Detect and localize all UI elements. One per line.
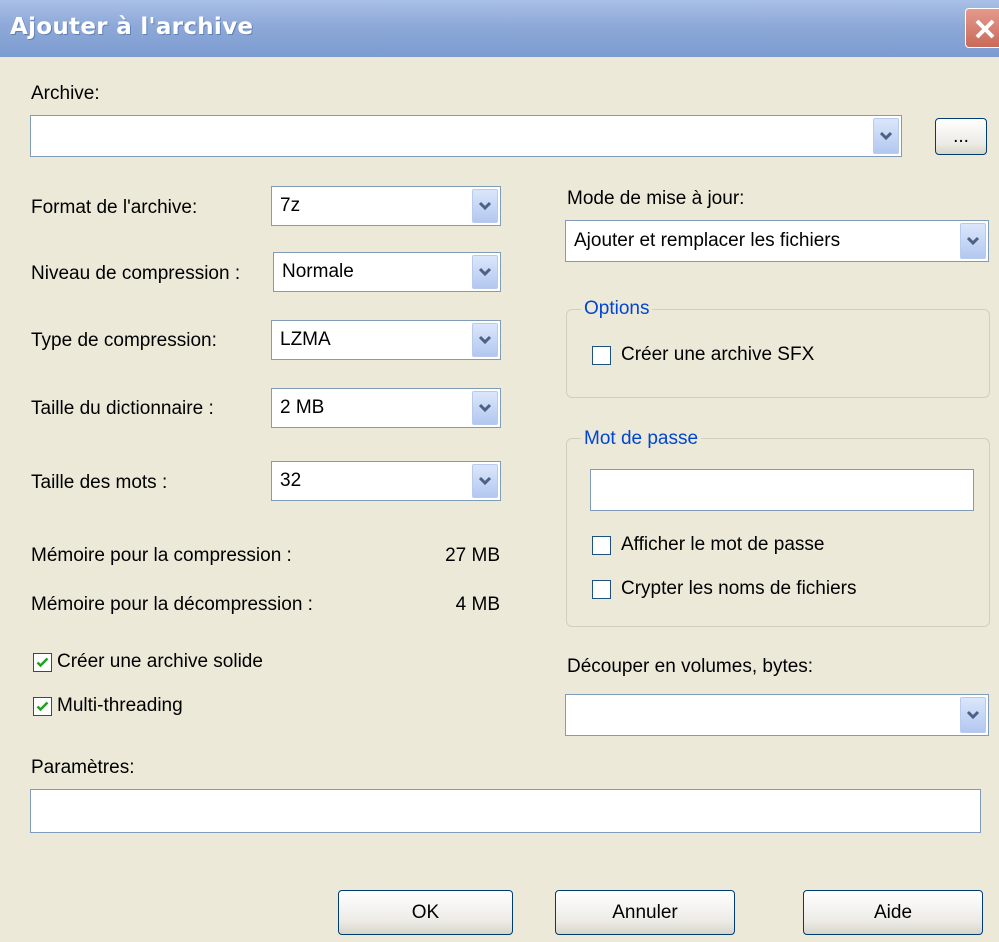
format-label: Format de l'archive: <box>31 197 198 218</box>
options-group-title: Options <box>581 298 653 320</box>
archive-dropdown-button[interactable] <box>873 118 899 154</box>
checkmark-icon <box>36 701 49 712</box>
method-dropdown-button[interactable] <box>472 323 498 357</box>
close-icon <box>975 19 995 39</box>
chevron-down-icon <box>879 131 893 141</box>
encrypt-names-checkbox[interactable] <box>592 580 611 599</box>
sfx-checkbox[interactable] <box>592 346 611 365</box>
multithreading-checkbox[interactable] <box>33 697 52 716</box>
chevron-down-icon <box>478 335 492 345</box>
word-size-select[interactable]: 32 <box>271 461 501 501</box>
browse-button[interactable]: ... <box>935 118 987 155</box>
volumes-label: Découper en volumes, bytes: <box>567 656 814 677</box>
update-mode-select[interactable]: Ajouter et remplacer les fichiers <box>565 220 989 262</box>
title-bar: Ajouter à l'archive <box>0 0 999 57</box>
level-select[interactable]: Normale <box>273 252 501 292</box>
update-mode-label: Mode de mise à jour: <box>567 188 745 209</box>
checkmark-icon <box>36 657 49 668</box>
method-label: Type de compression: <box>31 330 217 351</box>
cancel-button[interactable]: Annuler <box>555 890 735 935</box>
show-password-checkbox[interactable] <box>592 536 611 555</box>
format-select[interactable]: 7z <box>271 186 501 226</box>
memory-decompress-label: Mémoire pour la décompression : <box>31 594 313 615</box>
encrypt-names-label: Crypter les noms de fichiers <box>621 578 857 599</box>
ok-button[interactable]: OK <box>338 890 513 935</box>
level-dropdown-button[interactable] <box>472 255 498 289</box>
close-button[interactable] <box>965 8 999 48</box>
archive-path-combo[interactable] <box>30 115 902 157</box>
parameters-input[interactable] <box>30 789 981 833</box>
window-title: Ajouter à l'archive <box>10 14 254 40</box>
archive-label: Archive: <box>31 83 100 104</box>
chevron-down-icon <box>966 710 980 720</box>
memory-decompress-value: 4 MB <box>455 594 500 615</box>
word-size-dropdown-button[interactable] <box>472 464 498 498</box>
sfx-label: Créer une archive SFX <box>621 344 815 365</box>
memory-compress-label: Mémoire pour la compression : <box>31 545 292 566</box>
password-group-title: Mot de passe <box>581 428 702 450</box>
chevron-down-icon <box>478 267 492 277</box>
memory-compress-value: 27 MB <box>445 545 500 566</box>
volumes-dropdown-button[interactable] <box>960 697 986 733</box>
volumes-select[interactable] <box>565 694 989 736</box>
chevron-down-icon <box>478 403 492 413</box>
solid-archive-checkbox[interactable] <box>33 653 52 672</box>
solid-archive-label: Créer une archive solide <box>57 651 263 672</box>
chevron-down-icon <box>966 236 980 246</box>
help-button[interactable]: Aide <box>803 890 983 935</box>
update-mode-dropdown-button[interactable] <box>960 223 986 259</box>
parameters-label: Paramètres: <box>31 757 135 778</box>
word-size-label: Taille des mots : <box>31 472 168 493</box>
level-label: Niveau de compression : <box>31 263 241 284</box>
password-input[interactable] <box>590 469 974 511</box>
method-select[interactable]: LZMA <box>271 320 501 360</box>
format-dropdown-button[interactable] <box>472 189 498 223</box>
chevron-down-icon <box>478 201 492 211</box>
multithreading-label: Multi-threading <box>57 695 183 716</box>
dictionary-select[interactable]: 2 MB <box>271 388 501 428</box>
dictionary-dropdown-button[interactable] <box>472 391 498 425</box>
chevron-down-icon <box>478 476 492 486</box>
show-password-label: Afficher le mot de passe <box>621 534 825 555</box>
dictionary-label: Taille du dictionnaire : <box>31 398 214 419</box>
